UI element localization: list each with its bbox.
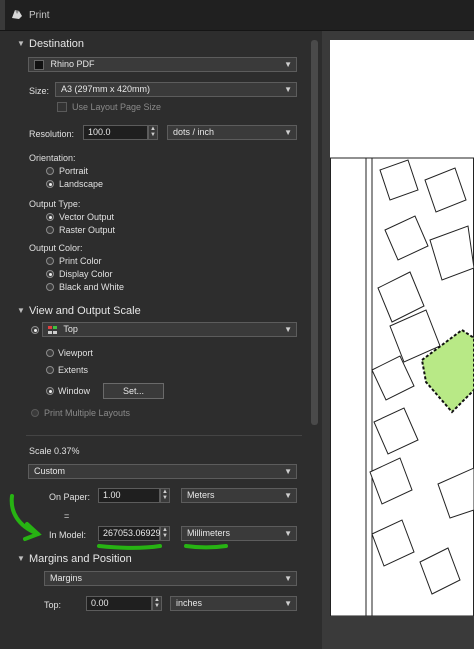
window-radio[interactable] bbox=[46, 387, 54, 395]
destination-header[interactable]: Destination bbox=[29, 38, 84, 50]
annotation-overlay bbox=[9, 494, 228, 550]
annotation-underline-in-model bbox=[97, 544, 162, 550]
chevron-down-icon: ▼ bbox=[284, 60, 292, 69]
vector-output-label: Vector Output bbox=[59, 212, 115, 222]
chevron-down-icon: ▼ bbox=[284, 599, 292, 608]
top-margin-input[interactable]: 0.00 bbox=[86, 596, 152, 611]
extents-label: Extents bbox=[58, 365, 89, 375]
window-edge bbox=[0, 0, 5, 30]
chevron-down-icon: ▼ bbox=[284, 325, 292, 334]
annotation-underline-unit bbox=[184, 544, 228, 550]
use-layout-page-size-checkbox[interactable] bbox=[57, 102, 67, 112]
resolution-unit-value: dots / inch bbox=[173, 127, 215, 137]
size-value: A3 (297mm x 420mm) bbox=[61, 84, 151, 94]
top-margin-label: Top: bbox=[44, 600, 62, 610]
display-color-label: Display Color bbox=[59, 269, 113, 279]
title-bar: Print bbox=[0, 0, 474, 31]
chevron-down-icon: ▼ bbox=[284, 85, 292, 94]
chevron-down-icon: ▼ bbox=[284, 467, 292, 476]
orientation-portrait-label: Portrait bbox=[59, 166, 89, 176]
print-multiple-layouts-label: Print Multiple Layouts bbox=[44, 408, 131, 418]
margins-preset-select[interactable]: Margins ▼ bbox=[44, 571, 297, 586]
window-title: Print bbox=[29, 10, 50, 21]
view-output-scale-header[interactable]: View and Output Scale bbox=[29, 305, 141, 317]
display-color-radio[interactable] bbox=[46, 270, 54, 278]
set-window-button[interactable]: Set... bbox=[103, 383, 164, 399]
view-select[interactable]: Top ▼ bbox=[42, 322, 297, 337]
divider bbox=[26, 435, 302, 436]
output-color-label: Output Color: bbox=[29, 243, 83, 253]
settings-scrollbar[interactable] bbox=[311, 40, 318, 425]
resolution-unit-select[interactable]: dots / inch ▼ bbox=[167, 125, 297, 140]
orientation-landscape-radio[interactable] bbox=[46, 180, 54, 188]
rhino-logo-icon bbox=[12, 10, 22, 19]
raster-output-label: Raster Output bbox=[59, 225, 116, 235]
size-label: Size: bbox=[29, 86, 50, 96]
raster-output-radio[interactable] bbox=[46, 226, 54, 234]
use-layout-page-size-label: Use Layout Page Size bbox=[72, 102, 162, 112]
chevron-down-icon: ▼ bbox=[284, 128, 292, 137]
chevron-down-icon[interactable]: ▼ bbox=[17, 39, 25, 48]
top-margin-unit-value: inches bbox=[176, 598, 203, 608]
viewport-label: Viewport bbox=[58, 348, 93, 358]
resolution-stepper[interactable]: ▲ ▼ bbox=[148, 125, 158, 140]
print-multiple-layouts-radio[interactable] bbox=[31, 409, 39, 417]
chevron-down-icon[interactable]: ▼ bbox=[17, 306, 25, 315]
scale-preset-value: Custom bbox=[34, 466, 66, 476]
view-value: Top bbox=[63, 324, 78, 334]
print-color-radio[interactable] bbox=[46, 257, 54, 265]
single-view-radio[interactable] bbox=[31, 326, 39, 334]
vector-output-radio[interactable] bbox=[46, 213, 54, 221]
printer-value: Rhino PDF bbox=[50, 59, 95, 69]
top-margin-stepper[interactable]: ▲ ▼ bbox=[152, 596, 162, 611]
viewport-grid-icon bbox=[48, 325, 57, 334]
preview-drawing bbox=[330, 157, 474, 617]
black-and-white-label: Black and White bbox=[59, 282, 125, 292]
output-type-label: Output Type: bbox=[29, 199, 81, 209]
printer-icon bbox=[34, 59, 44, 70]
resolution-input[interactable]: 100.0 bbox=[83, 125, 148, 140]
size-select[interactable]: A3 (297mm x 420mm) ▼ bbox=[55, 82, 297, 97]
resolution-label: Resolution: bbox=[29, 129, 75, 139]
orientation-landscape-label: Landscape bbox=[59, 179, 104, 189]
scale-preset-select[interactable]: Custom ▼ bbox=[28, 464, 297, 479]
viewport-radio[interactable] bbox=[46, 349, 54, 357]
scale-label: Scale 0.37% bbox=[29, 446, 80, 456]
orientation-portrait-radio[interactable] bbox=[46, 167, 54, 175]
orientation-label: Orientation: bbox=[29, 153, 76, 163]
black-and-white-radio[interactable] bbox=[46, 283, 54, 291]
extents-radio[interactable] bbox=[46, 366, 54, 374]
margins-preset-value: Margins bbox=[50, 573, 83, 583]
print-preview-page bbox=[330, 40, 474, 617]
top-margin-unit-select[interactable]: inches ▼ bbox=[170, 596, 297, 611]
window-label: Window bbox=[58, 386, 91, 396]
printer-select[interactable]: Rhino PDF ▼ bbox=[28, 57, 297, 72]
print-color-label: Print Color bbox=[59, 256, 102, 266]
chevron-down-icon: ▼ bbox=[284, 574, 292, 583]
